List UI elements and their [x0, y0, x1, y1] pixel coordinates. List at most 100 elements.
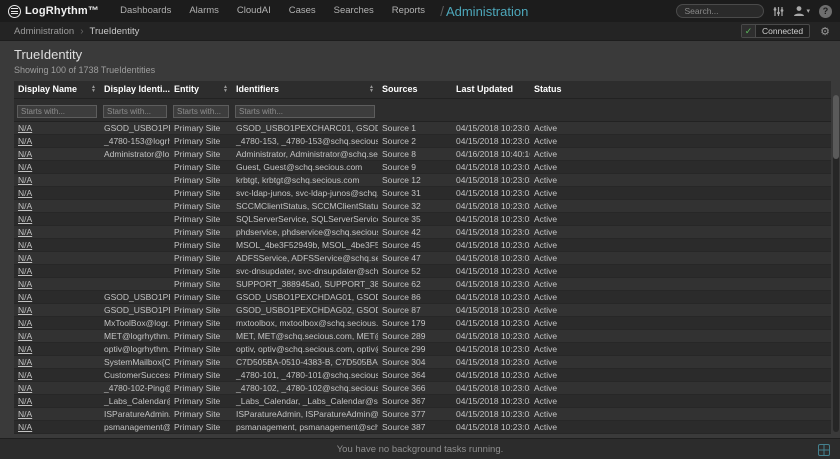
column-header-entity[interactable]: Entity▲▼: [170, 81, 232, 98]
column-header-identifiers[interactable]: Identifiers▲▼: [232, 81, 378, 98]
display-name-link[interactable]: N/A: [18, 318, 32, 328]
display-name-link[interactable]: N/A: [18, 305, 32, 315]
cell-status: Active: [530, 394, 831, 407]
cell-last-updated: 04/15/2018 10:23:03 pm: [452, 225, 530, 238]
cell-status: Active: [530, 342, 831, 355]
nav-item-alarms[interactable]: Alarms: [180, 0, 228, 22]
table-row: N/A Primary Site SUPPORT_388945a0, SUPPO…: [14, 277, 831, 290]
settings-gear-icon[interactable]: ⚙: [820, 25, 830, 38]
scrollbar-thumb[interactable]: [833, 95, 839, 159]
table-header-row: Display Name▲▼ Display Identi...▲▼ Entit…: [14, 81, 831, 98]
cell-sources: Source 8: [378, 147, 452, 160]
cell-last-updated: 04/15/2018 10:23:03 pm: [452, 316, 530, 329]
column-header-sources[interactable]: Sources: [378, 81, 452, 98]
help-icon[interactable]: ?: [819, 5, 832, 18]
cell-display-name: N/A: [14, 147, 100, 160]
cell-identifiers: phdservice, phdservice@schq.secious.com: [232, 225, 378, 238]
column-header-last-updated[interactable]: Last Updated: [452, 81, 530, 98]
display-name-link[interactable]: N/A: [18, 331, 32, 341]
cell-last-updated: 04/15/2018 10:23:03 pm: [452, 199, 530, 212]
cell-last-updated: 04/15/2018 10:23:03 pm: [452, 121, 530, 134]
cell-last-updated: 04/15/2018 10:23:03 pm: [452, 186, 530, 199]
nav-item-reports[interactable]: Reports: [383, 0, 434, 22]
cell-last-updated: 04/15/2018 10:23:03 pm: [452, 251, 530, 264]
display-name-link[interactable]: N/A: [18, 266, 32, 276]
display-name-link[interactable]: N/A: [18, 188, 32, 198]
nav-item-dashboards[interactable]: Dashboards: [111, 0, 180, 22]
cell-sources: Source 32: [378, 199, 452, 212]
cell-entity: Primary Site: [170, 381, 232, 394]
filter-identifiers-input[interactable]: [235, 105, 375, 118]
cell-status: Active: [530, 316, 831, 329]
vertical-scrollbar[interactable]: [833, 95, 839, 432]
cell-display-identifier: GSOD_USBO1PEX...: [100, 290, 170, 303]
display-name-link[interactable]: N/A: [18, 214, 32, 224]
search-input[interactable]: [676, 4, 764, 18]
display-name-link[interactable]: N/A: [18, 409, 32, 419]
cell-display-identifier: [100, 264, 170, 277]
display-name-link[interactable]: N/A: [18, 201, 32, 211]
display-name-link[interactable]: N/A: [18, 279, 32, 289]
display-name-link[interactable]: N/A: [18, 240, 32, 250]
table-row: N/A SystemMailbox{C... Primary Site C7D5…: [14, 355, 831, 368]
logrhythm-logo[interactable]: LogRhythm™: [8, 5, 99, 18]
column-header-display-identifier[interactable]: Display Identi...▲▼: [100, 81, 170, 98]
display-name-link[interactable]: N/A: [18, 149, 32, 159]
display-name-link[interactable]: N/A: [18, 383, 32, 393]
cell-identifiers: GSOD_USBO1PEXCHDAG02, GSOD_USBO1...: [232, 303, 378, 316]
cell-sources: Source 299: [378, 342, 452, 355]
cell-display-identifier: GSOD_USBO1PEX...: [100, 303, 170, 316]
cell-last-updated: 04/15/2018 10:23:03 pm: [452, 160, 530, 173]
cell-entity: Primary Site: [170, 277, 232, 290]
nav-item-administration-current[interactable]: Administration: [446, 4, 528, 19]
main-content: TrueIdentity Showing 100 of 1738 TrueIde…: [0, 41, 840, 434]
connected-toggle[interactable]: ✓ Connected: [741, 24, 810, 38]
user-menu-button[interactable]: ▾: [793, 5, 810, 17]
display-name-link[interactable]: N/A: [18, 396, 32, 406]
cell-display-name: N/A: [14, 355, 100, 368]
display-name-link[interactable]: N/A: [18, 162, 32, 172]
cell-sources: Source 86: [378, 290, 452, 303]
breadcrumb-administration[interactable]: Administration: [14, 26, 74, 37]
cell-entity: Primary Site: [170, 355, 232, 368]
cell-entity: Primary Site: [170, 147, 232, 160]
display-name-link[interactable]: N/A: [18, 253, 32, 263]
filter-display-name-input[interactable]: [17, 105, 97, 118]
cell-identifiers: ADFSService, ADFSService@schq.secious.co…: [232, 251, 378, 264]
cell-sources: Source 1: [378, 121, 452, 134]
nav-item-cloudai[interactable]: CloudAI: [228, 0, 280, 22]
cell-display-name: N/A: [14, 199, 100, 212]
user-icon: [793, 5, 805, 17]
cell-display-identifier: optiv@logrhythm...: [100, 342, 170, 355]
display-name-link[interactable]: N/A: [18, 123, 32, 133]
column-header-display-name[interactable]: Display Name▲▼: [14, 81, 100, 98]
table-filter-row: [14, 98, 831, 121]
display-name-link[interactable]: N/A: [18, 370, 32, 380]
cell-display-identifier: _Labs_Calendar@...: [100, 394, 170, 407]
cell-entity: Primary Site: [170, 420, 232, 433]
nav-item-searches[interactable]: Searches: [325, 0, 383, 22]
display-name-link[interactable]: N/A: [18, 175, 32, 185]
display-name-link[interactable]: N/A: [18, 227, 32, 237]
cell-status: Active: [530, 420, 831, 433]
cell-display-name: N/A: [14, 290, 100, 303]
display-name-link[interactable]: N/A: [18, 422, 32, 432]
cell-identifiers: C7D505BA-0510-4383-B, C7D505BA-0510-4...: [232, 355, 378, 368]
column-sliders-icon[interactable]: [773, 6, 784, 17]
cell-display-identifier: ISParatureAdmin...: [100, 407, 170, 420]
table-row: N/A GSOD_USBO1PEX... Primary Site GSOD_U…: [14, 303, 831, 316]
results-count: Showing 100 of 1738 TrueIdentities: [14, 65, 831, 75]
display-name-link[interactable]: N/A: [18, 357, 32, 367]
display-name-link[interactable]: N/A: [18, 292, 32, 302]
background-tasks-panel-icon[interactable]: [818, 443, 830, 459]
filter-entity-input[interactable]: [173, 105, 229, 118]
display-name-link[interactable]: N/A: [18, 344, 32, 354]
table-row: N/A GSOD_USBO1PEX... Primary Site GSOD_U…: [14, 121, 831, 134]
nav-item-cases[interactable]: Cases: [280, 0, 325, 22]
cell-identifiers: SUPPORT_388945a0, SUPPORT_388945a0...: [232, 277, 378, 290]
cell-entity: Primary Site: [170, 303, 232, 316]
cell-last-updated: 04/15/2018 10:23:03 pm: [452, 368, 530, 381]
display-name-link[interactable]: N/A: [18, 136, 32, 146]
column-header-status[interactable]: Status: [530, 81, 831, 98]
filter-display-identifier-input[interactable]: [103, 105, 167, 118]
